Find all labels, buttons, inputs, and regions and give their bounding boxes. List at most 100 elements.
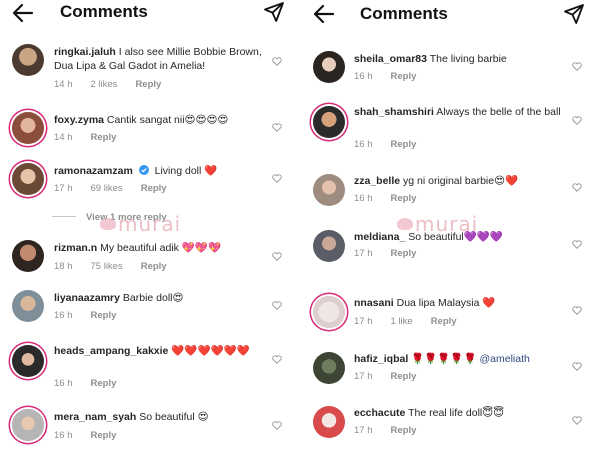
like-heart-icon[interactable] [272, 421, 282, 430]
comment-username[interactable]: liyanaazamry [54, 292, 120, 304]
avatar[interactable] [313, 51, 345, 83]
avatar[interactable] [313, 106, 345, 138]
comment-text: ❤️❤️❤️❤️❤️❤️ [171, 345, 250, 357]
comment-likes[interactable]: 69 likes [91, 183, 123, 194]
avatar[interactable] [12, 240, 44, 272]
comment-meta: 17 h 1 like Reply [354, 316, 457, 327]
like-heart-icon[interactable] [572, 240, 582, 249]
reply-button[interactable]: Reply [141, 261, 167, 272]
comments-header: Comments [305, 0, 600, 28]
like-heart-icon[interactable] [272, 123, 282, 132]
comment-meta: 17 h Reply [354, 371, 416, 382]
comment-meta: 14 h 2 likes Reply [54, 79, 161, 90]
watermark-text: murai [415, 212, 479, 236]
watermark-bird-icon [100, 218, 116, 230]
comment-text: Cantik sangat nii😍😍😍😍 [106, 114, 229, 126]
avatar[interactable] [12, 290, 44, 322]
avatar[interactable] [313, 352, 345, 384]
comment-time: 17 h [354, 316, 373, 327]
reply-line-divider [52, 216, 76, 217]
comment-time: 16 h [54, 378, 73, 389]
comment-time: 17 h [54, 183, 73, 194]
comment-meta: 16 h Reply [54, 430, 116, 441]
watermark: murai [397, 212, 478, 236]
comment-username[interactable]: rizman.n [54, 242, 97, 254]
watermark: murai [100, 212, 181, 236]
reply-button[interactable]: Reply [431, 316, 457, 327]
reply-button[interactable]: Reply [141, 183, 167, 194]
reply-button[interactable]: Reply [135, 79, 161, 90]
reply-button[interactable]: Reply [391, 425, 417, 436]
avatar[interactable] [12, 409, 44, 441]
back-arrow-icon[interactable] [313, 4, 335, 24]
comment-username[interactable]: heads_ampang_kakxie [54, 345, 168, 357]
comment-username[interactable]: ringkai.jaluh [54, 46, 116, 58]
comment-username[interactable]: hafiz_iqbal [354, 353, 408, 365]
like-heart-icon[interactable] [572, 183, 582, 192]
like-heart-icon[interactable] [572, 306, 582, 315]
comment-mention[interactable]: @ameliath [479, 353, 529, 365]
avatar[interactable] [313, 296, 345, 328]
comment-username[interactable]: nnasani [354, 297, 394, 309]
comment-text: 🌹🌹🌹🌹🌹 [411, 353, 477, 365]
comment-meta: 17 h 69 likes Reply [54, 183, 167, 194]
comment-likes[interactable]: 1 like [391, 316, 413, 327]
reply-button[interactable]: Reply [391, 248, 417, 259]
comment-meta: 16 h Reply [354, 139, 416, 150]
comment-username[interactable]: ecchacute [354, 407, 405, 419]
reply-button[interactable]: Reply [391, 139, 417, 150]
paper-plane-icon[interactable] [263, 1, 285, 23]
comment-text: The real life doll😇😇 [408, 407, 505, 419]
reply-button[interactable]: Reply [91, 378, 117, 389]
reply-button[interactable]: Reply [391, 71, 417, 82]
comments-panel-right: Comments sheila_omar83 The living barbie… [305, 0, 600, 450]
like-heart-icon[interactable] [572, 362, 582, 371]
reply-button[interactable]: Reply [391, 371, 417, 382]
comment-text: yg ni original barbie😍❤️ [403, 175, 519, 187]
comment-username[interactable]: shah_shamshiri [354, 106, 434, 118]
avatar[interactable] [12, 345, 44, 377]
page-title: Comments [60, 2, 148, 21]
panel-divider [295, 0, 305, 450]
paper-plane-icon[interactable] [563, 3, 585, 25]
comment-username[interactable]: foxy.zyma [54, 114, 104, 126]
comment-username[interactable]: sheila_omar83 [354, 53, 427, 65]
verified-badge-icon [138, 165, 149, 175]
reply-button[interactable]: Reply [91, 132, 117, 143]
comment-time: 16 h [354, 193, 373, 204]
like-heart-icon[interactable] [272, 355, 282, 364]
reply-button[interactable]: Reply [91, 430, 117, 441]
comment-meta: 18 h 75 likes Reply [54, 261, 167, 272]
avatar[interactable] [313, 174, 345, 206]
avatar[interactable] [313, 230, 345, 262]
like-heart-icon[interactable] [272, 252, 282, 261]
comment-time: 17 h [354, 248, 373, 259]
comment-text: So beautiful 😍 [139, 411, 209, 423]
avatar[interactable] [12, 163, 44, 195]
like-heart-icon[interactable] [572, 416, 582, 425]
comment-time: 16 h [354, 71, 373, 82]
comment-username[interactable]: zza_belle [354, 175, 400, 187]
like-heart-icon[interactable] [572, 62, 582, 71]
avatar[interactable] [12, 112, 44, 144]
comment-meta: 16 h Reply [54, 310, 116, 321]
watermark-bird-icon [397, 218, 413, 230]
like-heart-icon[interactable] [272, 174, 282, 183]
comment-likes[interactable]: 75 likes [91, 261, 123, 272]
comment-time: 17 h [354, 371, 373, 382]
comment-text: Barbie doll😍 [122, 292, 184, 304]
reply-button[interactable]: Reply [391, 193, 417, 204]
comment-meta: 14 h Reply [54, 132, 116, 143]
comments-panel-left: Comments ringkai.jaluh I also see Millie… [0, 0, 295, 450]
comment-text: Dua lipa Malaysia ❤️ [396, 297, 496, 309]
like-heart-icon[interactable] [272, 301, 282, 310]
avatar[interactable] [313, 406, 345, 438]
back-arrow-icon[interactable] [12, 3, 34, 23]
comment-likes[interactable]: 2 likes [91, 79, 118, 90]
reply-button[interactable]: Reply [91, 310, 117, 321]
comment-username[interactable]: ramonazamzam [54, 165, 133, 177]
like-heart-icon[interactable] [272, 57, 282, 66]
avatar[interactable] [12, 44, 44, 76]
like-heart-icon[interactable] [572, 116, 582, 125]
comment-username[interactable]: mera_nam_syah [54, 411, 136, 423]
